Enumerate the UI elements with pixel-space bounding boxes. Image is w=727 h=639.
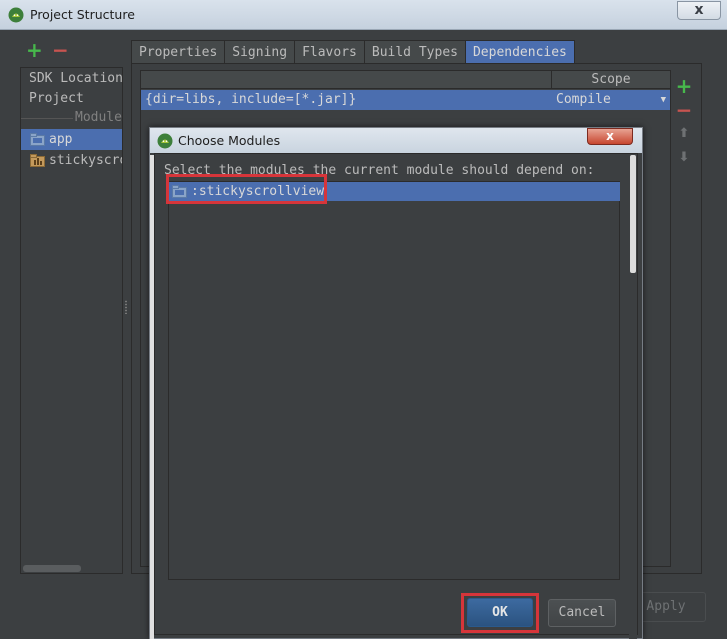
android-studio-icon [8, 7, 24, 23]
dialog-title: Choose Modules [178, 133, 281, 148]
sidebar-item-stickyscrollview[interactable]: stickyscrollview [21, 150, 122, 171]
sidebar-item-sdk-location[interactable]: SDK Location [21, 68, 122, 89]
move-up-icon[interactable]: ⬆ [674, 126, 694, 141]
library-module-icon [30, 154, 45, 167]
project-structure-sidebar: SDK Location Project Modules app stickys… [20, 67, 123, 574]
dialog-title-bar: Choose Modules x [150, 128, 642, 153]
modules-section-label: Modules [75, 110, 122, 125]
window-close-button[interactable]: x [677, 1, 721, 20]
tab-dependencies[interactable]: Dependencies [464, 40, 575, 64]
sidebar-horizontal-scrollbar[interactable] [21, 564, 122, 573]
tab-signing[interactable]: Signing [224, 40, 296, 64]
table-header: Scope [141, 71, 670, 89]
dependency-cell: {dir=libs, include=[*.jar]} [145, 92, 357, 107]
sidebar-module-label: app [49, 132, 73, 147]
annotation-highlight-ok [461, 593, 539, 633]
dialog-vertical-scrollbar[interactable] [629, 155, 637, 639]
splitter-handle[interactable] [124, 300, 128, 314]
add-module-icon[interactable]: + [26, 40, 43, 60]
sidebar-item-project[interactable]: Project [21, 88, 122, 109]
tab-properties[interactable]: Properties [131, 40, 226, 64]
module-settings-tabs: Properties Signing Flavors Build Types D… [131, 40, 575, 64]
window-title-bar: Project Structure x [0, 0, 727, 30]
tab-build-types[interactable]: Build Types [363, 40, 466, 64]
module-list: :stickyscrollview [168, 181, 620, 580]
remove-module-icon[interactable]: − [52, 40, 69, 60]
move-down-icon[interactable]: ⬇ [674, 150, 694, 165]
remove-dependency-icon[interactable]: − [674, 98, 694, 122]
annotation-highlight-module [166, 174, 327, 204]
chevron-down-icon[interactable]: ▼ [661, 90, 666, 110]
dialog-left-edge [150, 155, 154, 639]
tab-flavors[interactable]: Flavors [294, 40, 365, 64]
add-dependency-icon[interactable]: + [674, 74, 694, 98]
android-studio-icon [157, 133, 173, 149]
table-row[interactable]: {dir=libs, include=[*.jar]} Compile ▼ [141, 90, 670, 110]
modules-section-header: Modules [21, 108, 122, 128]
cancel-button[interactable]: Cancel [548, 599, 616, 627]
dialog-close-button[interactable]: x [587, 128, 633, 145]
window-title: Project Structure [30, 7, 135, 22]
scope-column-header[interactable]: Scope [551, 71, 670, 89]
folder-module-icon [30, 133, 45, 146]
sidebar-item-app[interactable]: app [21, 129, 122, 150]
scope-cell[interactable]: Compile [556, 90, 611, 110]
sidebar-module-label: stickyscrollview [49, 153, 122, 168]
